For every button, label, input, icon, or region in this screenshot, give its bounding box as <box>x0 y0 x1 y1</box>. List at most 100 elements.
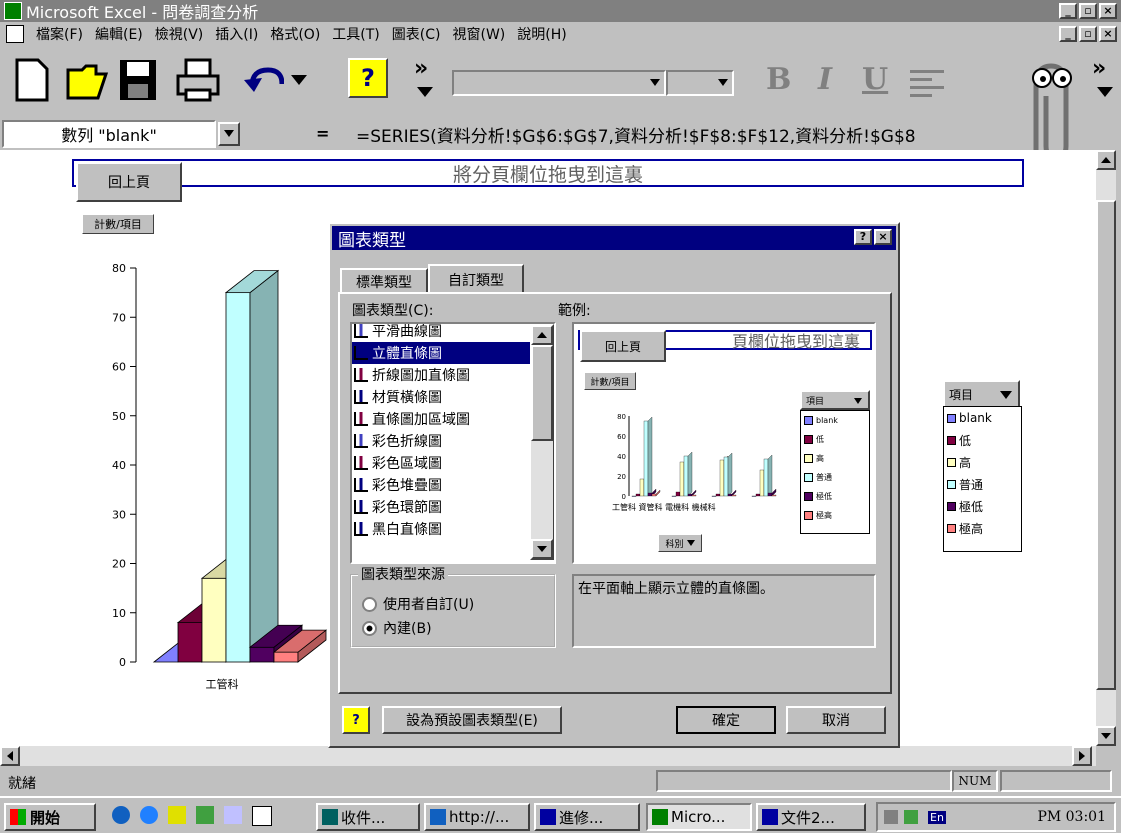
network-icon[interactable] <box>904 810 918 824</box>
sample-bar-side <box>655 489 661 497</box>
tab-standard-types[interactable]: 標準類型 <box>340 268 428 294</box>
document-icon[interactable] <box>6 25 24 43</box>
align-left-icon[interactable] <box>910 68 946 98</box>
menu-item-7[interactable]: 視窗(W) <box>452 24 505 44</box>
vertical-scroll-thumb[interactable] <box>1096 200 1116 690</box>
status-panels <box>656 770 952 792</box>
vertical-scrollbar[interactable] <box>1096 150 1116 746</box>
menu-item-5[interactable]: 工具(T) <box>332 24 379 44</box>
cancel-button[interactable]: 取消 <box>786 706 886 734</box>
browser-quicklaunch-icon[interactable] <box>140 806 158 824</box>
bold-icon[interactable]: B <box>766 62 791 97</box>
horizontal-scrollbar[interactable] <box>0 746 1096 766</box>
desktop-quicklaunch-icon[interactable] <box>224 806 242 824</box>
font-size-box[interactable] <box>666 70 734 96</box>
chart-type-item[interactable]: 立體直條圖 <box>352 342 554 364</box>
channels-quicklaunch-icon[interactable] <box>196 806 214 824</box>
font-dropdown-icon[interactable] <box>650 79 660 87</box>
task-browser[interactable]: http://... <box>424 803 530 831</box>
status-ready: 就緒 <box>8 776 36 792</box>
y-tick-label: 40 <box>112 459 126 472</box>
scroll-up-button[interactable] <box>1096 150 1116 170</box>
task-excel[interactable]: Micro... <box>646 803 752 831</box>
undo-dropdown-icon[interactable] <box>290 74 308 86</box>
menu-item-1[interactable]: 編輯(E) <box>95 24 143 44</box>
undo-icon[interactable] <box>244 66 284 96</box>
close-button[interactable]: × <box>1099 3 1117 19</box>
chart-type-label: 彩色折線圖 <box>372 434 442 450</box>
chart-type-item[interactable]: 材質橫條圖 <box>352 386 554 408</box>
list-scroll-up-button[interactable] <box>531 325 553 345</box>
chart-legend: blank 低高普通 極低 極高 <box>943 406 1022 552</box>
help-button[interactable]: ? <box>348 58 388 98</box>
sample-y-tick: 40 <box>617 453 626 461</box>
edit-quicklaunch-icon[interactable] <box>252 806 272 826</box>
chart-type-item[interactable]: 黑白直條圖 <box>352 518 554 540</box>
ime-indicator[interactable]: En <box>928 810 946 824</box>
sample-bar-side <box>767 454 773 497</box>
list-scroll-thumb[interactable] <box>531 345 553 441</box>
doc-minimize-button[interactable]: _ <box>1059 26 1077 42</box>
radio-builtin-dot[interactable] <box>362 620 377 636</box>
menu-item-4[interactable]: 格式(O) <box>270 24 320 44</box>
scroll-down-button[interactable] <box>1096 726 1116 746</box>
scroll-left-button[interactable] <box>0 746 20 766</box>
doc-restore-button[interactable]: ▫ <box>1079 26 1097 42</box>
legend-field-button[interactable]: 項目 <box>943 380 1020 408</box>
scroll-right-button[interactable] <box>1072 746 1092 766</box>
toolbar-options-icon[interactable] <box>416 86 434 98</box>
chart-type-item[interactable]: 彩色環節圖 <box>352 496 554 518</box>
ie-quicklaunch-icon[interactable] <box>112 806 130 824</box>
ok-button[interactable]: 確定 <box>676 706 776 734</box>
doc-close-button[interactable]: × <box>1099 26 1117 42</box>
task-word-2[interactable]: 文件2... <box>756 803 866 831</box>
more-buttons-icon[interactable]: » <box>414 56 428 81</box>
menu-item-0[interactable]: 檔案(F) <box>36 24 83 44</box>
start-button[interactable]: 開始 <box>4 803 96 831</box>
save-icon[interactable] <box>118 58 158 102</box>
menu-item-8[interactable]: 說明(H) <box>517 24 566 44</box>
chart-type-item[interactable]: 直條圖加區域圖 <box>352 408 554 430</box>
minimize-button[interactable]: _ <box>1059 3 1077 19</box>
sample-legend-label: 極高 <box>816 511 832 520</box>
print-icon[interactable] <box>176 58 220 102</box>
outlook-quicklaunch-icon[interactable] <box>168 806 186 824</box>
sample-bar <box>679 461 685 497</box>
list-scrollbar[interactable] <box>530 324 554 560</box>
open-folder-icon[interactable] <box>66 60 110 100</box>
chart-type-list[interactable]: 平滑曲線圖 立體直條圖 折線圖加直條圖 材質橫條圖 直條圖加區域圖 彩色折線圖 彩色區域圖彩… <box>350 322 556 564</box>
chart-type-item[interactable]: 彩色折線圖 <box>352 430 554 452</box>
dialog-help-button[interactable]: ? <box>854 229 872 245</box>
new-file-icon[interactable] <box>14 58 50 102</box>
radio-user-defined[interactable]: 使用者自訂(U) <box>362 594 474 614</box>
volume-icon[interactable] <box>884 810 898 824</box>
menu-item-3[interactable]: 插入(I) <box>215 24 258 44</box>
chart-type-item[interactable]: 彩色區域圖 <box>352 452 554 474</box>
font-size-dropdown-icon[interactable] <box>718 79 728 87</box>
task-word-1[interactable]: 進修... <box>534 803 640 831</box>
font-name-box[interactable] <box>452 70 666 96</box>
list-scroll-down-button[interactable] <box>531 539 553 559</box>
set-default-chart-button[interactable]: 設為預設圖表類型(E) <box>382 706 562 734</box>
maximize-button[interactable]: ▫ <box>1079 3 1097 19</box>
underline-icon[interactable]: U <box>862 62 888 97</box>
chart-type-icon <box>354 390 368 404</box>
tab-custom-types[interactable]: 自訂類型 <box>428 264 524 294</box>
formula-content[interactable]: =SERIES(資料分析!$G$6:$G$7,資料分析!$F$8:$F$12,資… <box>356 122 916 147</box>
task-inbox[interactable]: 收件... <box>316 803 420 831</box>
description-text: 在平面軸上顯示立體的直條圖。 <box>578 581 774 597</box>
radio-user-dot[interactable] <box>362 596 377 612</box>
italic-icon[interactable]: I <box>818 62 832 97</box>
chart-type-item[interactable]: 平滑曲線圖 <box>352 324 554 342</box>
sample-bar-side <box>647 416 653 497</box>
radio-builtin[interactable]: 內建(B) <box>362 618 432 638</box>
chart-type-item[interactable]: 折線圖加直條圖 <box>352 364 554 386</box>
format-options-icon[interactable] <box>1096 86 1114 98</box>
name-box-dropdown[interactable] <box>218 122 240 146</box>
name-box[interactable]: 數列 "blank" <box>2 120 216 148</box>
menu-item-6[interactable]: 圖表(C) <box>392 24 441 44</box>
office-assistant-help-button[interactable]: ? <box>342 706 370 734</box>
chart-type-item[interactable]: 彩色堆疊圖 <box>352 474 554 496</box>
menu-item-2[interactable]: 檢視(V) <box>155 24 204 44</box>
dialog-close-button[interactable]: × <box>874 229 892 245</box>
